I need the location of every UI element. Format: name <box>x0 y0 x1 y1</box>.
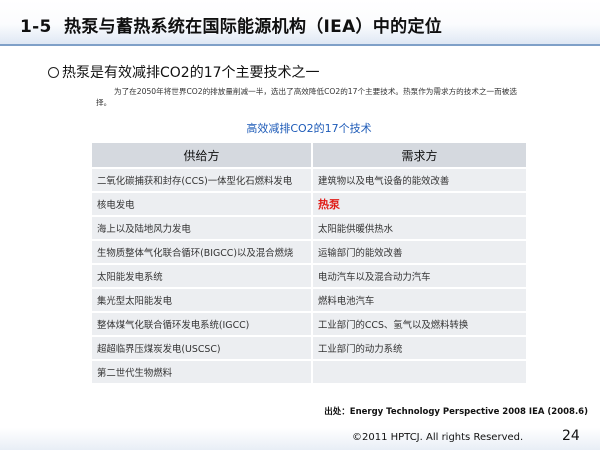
supply-cell: 超超临界压煤炭发电(USCSC) <box>92 336 312 361</box>
table-row: 集光型太阳能发电 燃料电池汽车 <box>92 288 526 313</box>
supply-cell: 整体煤气化联合循环发电系统(IGCC) <box>92 312 312 337</box>
source-note: 出处：Energy Technology Perspective 2008 IE… <box>324 407 588 417</box>
heading-row: 热泵是有效减排CO2的17个主要技术之一 <box>48 62 320 82</box>
description: 为了在2050年将世界CO2的排放量削减一半，选出了高效降低CO2的17个主要技… <box>96 86 526 108</box>
supply-cell: 第二世代生物燃料 <box>92 360 312 385</box>
supply-cell: 核电发电 <box>92 192 312 217</box>
supply-cell: 二氧化碳捕获和封存(CCS)一体型化石燃料发电 <box>92 168 312 193</box>
demand-cell <box>311 360 526 385</box>
table-title: 高效减排CO2的17个技术 <box>246 122 372 135</box>
table-row: 二氧化碳捕获和封存(CCS)一体型化石燃料发电 建筑物以及电气设备的能效改善 <box>92 168 526 193</box>
title-divider <box>0 44 600 46</box>
demand-cell: 工业部门的CCS、氢气以及燃料转换 <box>311 312 526 337</box>
table-row: 生物质整体气化联合循环(BIGCC)以及混合燃烧 运输部门的能效改善 <box>92 240 526 265</box>
copyright: ©2011 HPTCJ. All rights Reserved. <box>352 432 524 443</box>
demand-cell: 建筑物以及电气设备的能效改善 <box>311 168 526 193</box>
supply-cell: 太阳能发电系统 <box>92 264 312 289</box>
column-header-demand: 需求方 <box>311 143 526 169</box>
circle-bullet-icon <box>48 66 59 78</box>
table-row: 整体煤气化联合循环发电系统(IGCC) 工业部门的CCS、氢气以及燃料转换 <box>92 312 526 337</box>
supply-cell: 生物质整体气化联合循环(BIGCC)以及混合燃烧 <box>92 240 312 265</box>
slide-heading: 热泵是有效减排CO2的17个主要技术之一 <box>62 65 320 81</box>
page-number: 24 <box>562 428 580 444</box>
technology-table-wrap: 供给方 需求方 二氧化碳捕获和封存(CCS)一体型化石燃料发电 建筑物以及电气设… <box>92 143 526 385</box>
column-header-supply: 供给方 <box>92 143 312 169</box>
table-row: 太阳能发电系统 电动汽车以及混合动力汽车 <box>92 264 526 289</box>
table-row: 第二世代生物燃料 <box>92 360 526 385</box>
demand-cell: 燃料电池汽车 <box>311 288 526 313</box>
demand-cell-highlight: 热泵 <box>311 192 526 217</box>
table-row: 超超临界压煤炭发电(USCSC) 工业部门的动力系统 <box>92 336 526 361</box>
slide-title: 1-5 热泵与蓄热系统在国际能源机构（IEA）中的定位 <box>20 17 443 37</box>
demand-cell: 运输部门的能效改善 <box>311 240 526 265</box>
description-text: 为了在2050年将世界CO2的排放量削减一半，选出了高效降低CO2的17个主要技… <box>96 87 517 107</box>
table-row: 海上以及陆地风力发电 太阳能供暖供热水 <box>92 216 526 241</box>
demand-cell: 太阳能供暖供热水 <box>311 216 526 241</box>
demand-cell: 工业部门的动力系统 <box>311 336 526 361</box>
table-header-row: 供给方 需求方 <box>92 143 526 169</box>
demand-cell: 电动汽车以及混合动力汽车 <box>311 264 526 289</box>
technology-table: 供给方 需求方 二氧化碳捕获和封存(CCS)一体型化石燃料发电 建筑物以及电气设… <box>92 143 526 385</box>
slide: 1-5 热泵与蓄热系统在国际能源机构（IEA）中的定位 热泵是有效减排CO2的1… <box>0 0 600 450</box>
supply-cell: 海上以及陆地风力发电 <box>92 216 312 241</box>
supply-cell: 集光型太阳能发电 <box>92 288 312 313</box>
table-row: 核电发电 热泵 <box>92 192 526 217</box>
